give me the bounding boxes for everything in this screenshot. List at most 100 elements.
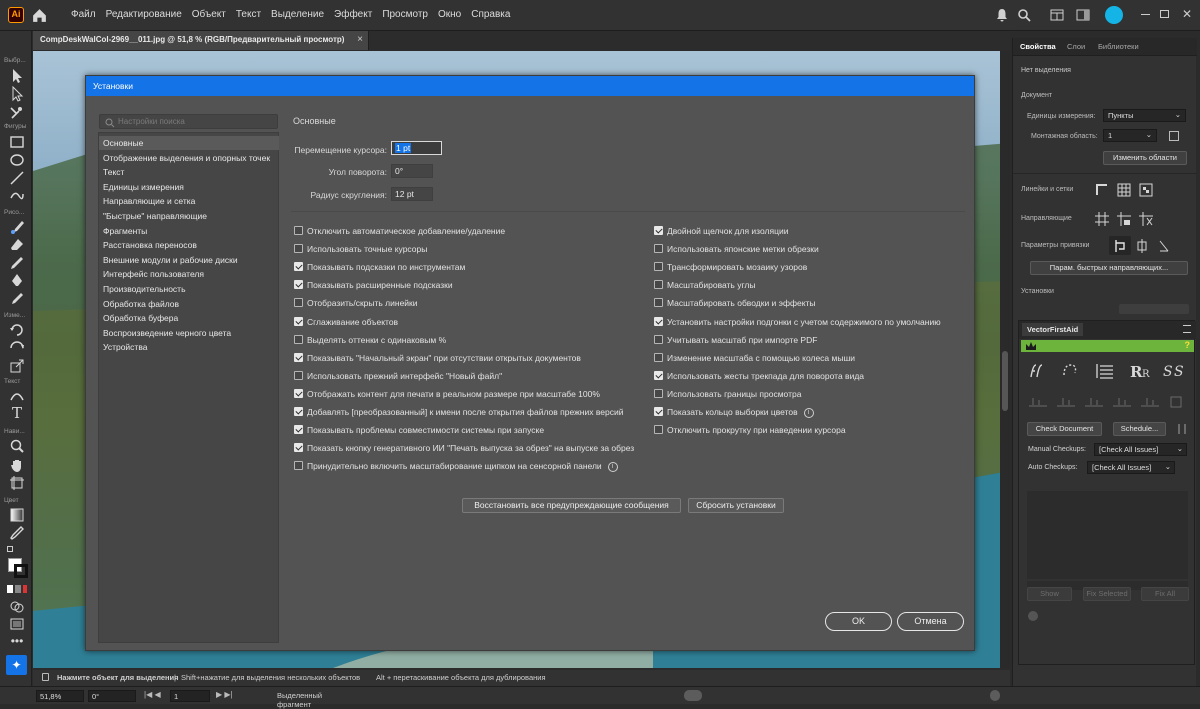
menu-item-3[interactable]: Объект xyxy=(187,8,231,22)
category-item[interactable]: Обработка буфера xyxy=(99,311,279,325)
category-item[interactable]: Единицы измерения xyxy=(99,180,279,194)
transparency-grid-icon[interactable] xyxy=(1139,183,1153,197)
direct-selection-tool-icon[interactable] xyxy=(9,86,25,102)
info-icon[interactable] xyxy=(1028,611,1038,621)
snap-to-pixel-icon[interactable] xyxy=(1135,239,1149,253)
category-item[interactable]: Основные xyxy=(99,136,279,150)
type-tool-icon[interactable]: T xyxy=(9,405,25,421)
zoom-tool-icon[interactable] xyxy=(9,438,25,454)
magic-wand-tool-icon[interactable] xyxy=(9,104,25,120)
smart-guides-options-button[interactable]: Парам. быстрых направляющих... xyxy=(1030,261,1188,275)
window-minimize-button[interactable] xyxy=(1141,14,1150,15)
artboard-options-icon[interactable] xyxy=(1169,131,1179,141)
category-item[interactable]: Текст xyxy=(99,165,279,179)
results-list[interactable] xyxy=(1027,491,1188,579)
auto-checkups-select[interactable]: [Check All Issues] ⌄ xyxy=(1087,461,1175,474)
checkbox[interactable] xyxy=(654,407,663,416)
cloud-avatar[interactable] xyxy=(1105,6,1123,24)
category-item[interactable]: Фрагменты xyxy=(99,224,279,238)
info-icon[interactable]: i xyxy=(803,407,814,418)
search-preferences-input[interactable]: Настройки поиска xyxy=(99,114,278,129)
checkbox[interactable] xyxy=(294,388,303,398)
checkbox[interactable] xyxy=(654,298,663,308)
snap-to-point-icon[interactable] xyxy=(1113,239,1127,253)
quick-actions-button[interactable] xyxy=(1119,304,1189,314)
checkbox[interactable] xyxy=(654,425,663,435)
rotation-field[interactable]: 0° xyxy=(88,690,136,702)
brush-tool-icon[interactable] xyxy=(9,219,25,235)
first-artboard-icon[interactable]: |◀ ◀ xyxy=(144,690,161,699)
checkbox[interactable] xyxy=(654,244,663,254)
show-button[interactable]: Show xyxy=(1027,587,1072,601)
smart-guides-icon[interactable] xyxy=(1139,212,1153,226)
menu-item-8[interactable]: Окно xyxy=(433,8,466,22)
gradient-tool-icon[interactable] xyxy=(9,507,25,523)
eyedropper-tool-icon[interactable] xyxy=(9,525,25,541)
pen-tool-icon[interactable] xyxy=(9,273,25,289)
cursor-key-input[interactable]: 1 pt xyxy=(391,141,442,155)
line-tool-icon[interactable] xyxy=(9,170,25,186)
help-icon[interactable]: ? xyxy=(1185,340,1191,350)
checkbox[interactable] xyxy=(654,370,663,380)
curvature-tool-icon[interactable] xyxy=(9,388,25,404)
menu-item-5[interactable]: Выделение xyxy=(266,8,329,22)
search-icon[interactable] xyxy=(1017,8,1031,22)
check-document-button[interactable]: Check Document xyxy=(1027,422,1102,436)
edit-artboards-button[interactable]: Изменить области xyxy=(1103,151,1187,165)
reset-warnings-button[interactable]: Восстановить все предупреждающие сообщен… xyxy=(462,498,681,513)
vfa-title[interactable]: VectorFirstAid xyxy=(1022,323,1084,336)
checkbox[interactable] xyxy=(654,388,663,398)
checkbox[interactable] xyxy=(294,262,303,272)
vfa-fix-icon-2[interactable] xyxy=(1063,364,1077,376)
category-item[interactable]: Отображение выделения и опорных точек xyxy=(99,151,279,165)
category-item[interactable]: Расстановка переносов xyxy=(99,238,279,252)
checkbox[interactable] xyxy=(294,370,303,380)
ellipse-tool-icon[interactable] xyxy=(9,152,25,168)
menu-item-2[interactable]: Редактирование xyxy=(101,8,187,22)
arrange-documents-icon[interactable] xyxy=(1050,8,1064,22)
snap-to-glyph-icon[interactable] xyxy=(1157,239,1171,253)
document-tab[interactable]: CompDeskWalCol-2969__011.jpg @ 51,8 % (R… xyxy=(33,31,369,50)
home-icon[interactable] xyxy=(31,7,48,24)
artboard-tool-icon[interactable] xyxy=(9,475,25,491)
vfa-fix-icon-1[interactable] xyxy=(1030,364,1043,378)
generative-ai-icon[interactable]: ✦ xyxy=(6,655,27,675)
artboard-select[interactable]: 1 ⌄ xyxy=(1103,129,1157,142)
checkbox[interactable] xyxy=(294,280,303,290)
constrain-angle-input[interactable]: 0° xyxy=(391,164,433,178)
rectangle-tool-icon[interactable] xyxy=(9,134,25,150)
scale-tool-icon[interactable] xyxy=(9,358,25,374)
category-item[interactable]: Воспроизведение черного цвета xyxy=(99,326,279,340)
artboard-number-field[interactable]: 1 xyxy=(170,690,210,702)
tab-libraries[interactable]: Библиотеки xyxy=(1098,42,1139,51)
menu-item-1[interactable]: Файл xyxy=(66,8,101,22)
vfa-fix-icon-3[interactable] xyxy=(1096,364,1113,379)
checkbox[interactable] xyxy=(294,425,303,435)
checkbox[interactable] xyxy=(294,407,303,416)
corner-radius-input[interactable]: 12 pt xyxy=(391,187,433,201)
hand-tool-icon[interactable] xyxy=(9,457,25,473)
category-item[interactable]: Устройства xyxy=(99,340,279,354)
blob-brush-tool-icon[interactable] xyxy=(9,291,25,307)
vfa-fix-icon-5[interactable]: SS xyxy=(1163,364,1184,380)
checkbox[interactable] xyxy=(294,298,303,308)
bell-icon[interactable] xyxy=(995,8,1009,22)
vfa-fix-icon-4[interactable]: RR xyxy=(1130,363,1150,381)
checkbox[interactable] xyxy=(654,316,663,326)
vertical-scrollbar[interactable] xyxy=(1000,51,1010,668)
category-item[interactable]: "Быстрые" направляющие xyxy=(99,209,279,223)
manual-checkups-select[interactable]: [Check All Issues] ⌄ xyxy=(1094,443,1187,456)
checkbox[interactable] xyxy=(294,461,303,471)
checkbox[interactable] xyxy=(294,226,303,235)
fix-all-button[interactable]: Fix All xyxy=(1141,587,1189,601)
lock-guides-icon[interactable] xyxy=(1117,212,1131,226)
category-item[interactable]: Внешние модули и рабочие диски xyxy=(99,253,279,267)
pause-icon[interactable] xyxy=(1178,424,1186,434)
units-select[interactable]: Пункты ⌄ xyxy=(1103,109,1186,122)
rotate-tool-icon[interactable] xyxy=(9,322,25,338)
pencil-tool-icon[interactable] xyxy=(9,255,25,271)
screen-mode-icon[interactable] xyxy=(9,616,25,632)
grid-icon[interactable] xyxy=(1117,183,1131,197)
scroll-thumb[interactable] xyxy=(1002,351,1008,411)
schedule-button[interactable]: Schedule... xyxy=(1113,422,1166,436)
